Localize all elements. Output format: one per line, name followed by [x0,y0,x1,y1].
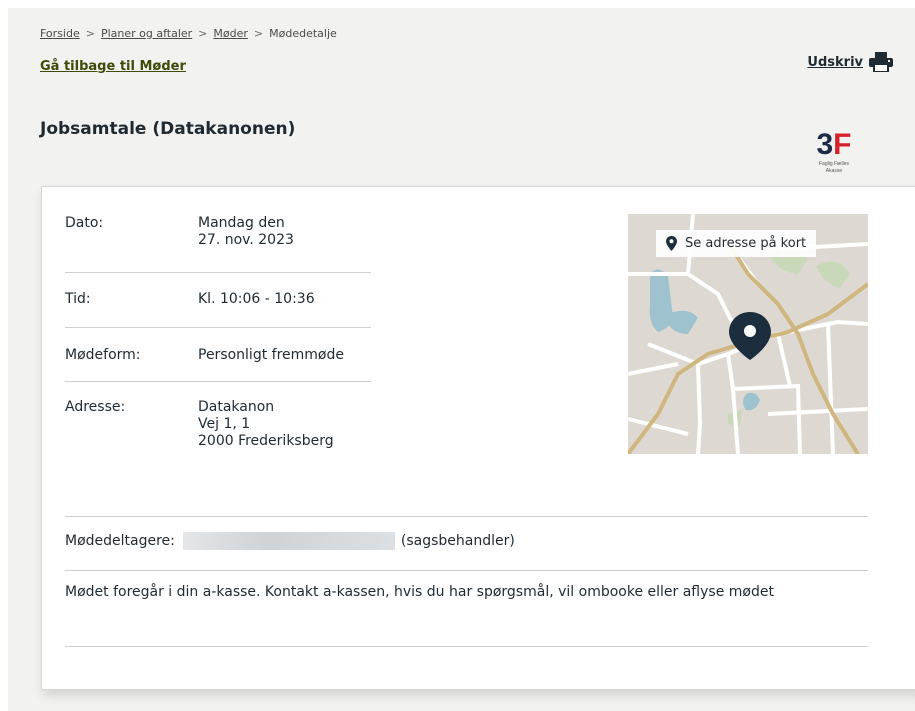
date-value-line1: Mandag den [198,215,285,231]
divider [65,272,371,273]
address-line3: 2000 Frederiksberg [198,433,334,449]
breadcrumb-separator: > [85,27,95,40]
address-line1: Datakanon [198,399,275,415]
map-pin-icon [666,236,677,251]
printer-icon[interactable] [869,52,893,72]
time-label: Tid: [65,291,91,307]
divider [65,570,868,571]
breadcrumb-link-forside[interactable]: Forside [40,27,80,40]
map-thumbnail[interactable]: Se adresse på kort [628,214,868,454]
meeting-form-label: Mødeform: [65,347,141,363]
address-label: Adresse: [65,399,126,415]
show-on-map-label[interactable]: Se adresse på kort [685,236,806,251]
breadcrumb-current: Mødedetalje [269,27,337,40]
breadcrumb-link-moder[interactable]: Møder [213,27,248,40]
back-link[interactable]: Gå tilbage til Møder [40,59,186,74]
date-label: Dato: [65,215,104,231]
meeting-form-value: Personligt fremmøde [198,347,344,363]
logo-3f: 3F Faglig Fælles Akasse [816,128,851,174]
logo-line1: Faglig Fælles [819,161,850,167]
print-button[interactable]: Udskriv [807,52,893,72]
show-on-map-button[interactable]: Se adresse på kort [656,230,817,257]
logo-line2: Akasse [826,168,843,174]
time-value: Kl. 10:06 - 10:36 [198,291,315,307]
page: Forside > Planer og aftaler > Møder > Mø… [8,8,915,711]
divider [65,381,371,382]
breadcrumb-separator: > [198,27,208,40]
participants-label: Mødedeltagere: [65,532,175,549]
address-value: Datakanon Vej 1, 1 2000 Frederiksberg [198,399,398,450]
participants-role: (sagsbehandler) [400,532,515,549]
date-value: Mandag den 27. nov. 2023 [198,215,398,249]
divider [65,516,868,517]
participants-row: Mødedeltagere: (sagsbehandler) [65,532,515,550]
print-label[interactable]: Udskriv [807,55,863,70]
redacted-name [182,532,395,550]
breadcrumb-separator: > [253,27,264,40]
logo-mark: 3F [816,128,851,161]
date-value-line2: 27. nov. 2023 [198,232,294,248]
meeting-details-card: Dato: Mandag den 27. nov. 2023 Tid: Kl. … [41,186,915,690]
page-title: Jobsamtale (Datakanonen) [40,119,296,139]
breadcrumb-link-planer[interactable]: Planer og aftaler [101,27,192,40]
breadcrumb: Forside > Planer og aftaler > Møder > Mø… [40,27,337,40]
divider [65,646,868,647]
meeting-note: Mødet foregår i din a-kasse. Kontakt a-k… [65,584,774,600]
divider [65,327,371,328]
address-line2: Vej 1, 1 [198,416,251,432]
